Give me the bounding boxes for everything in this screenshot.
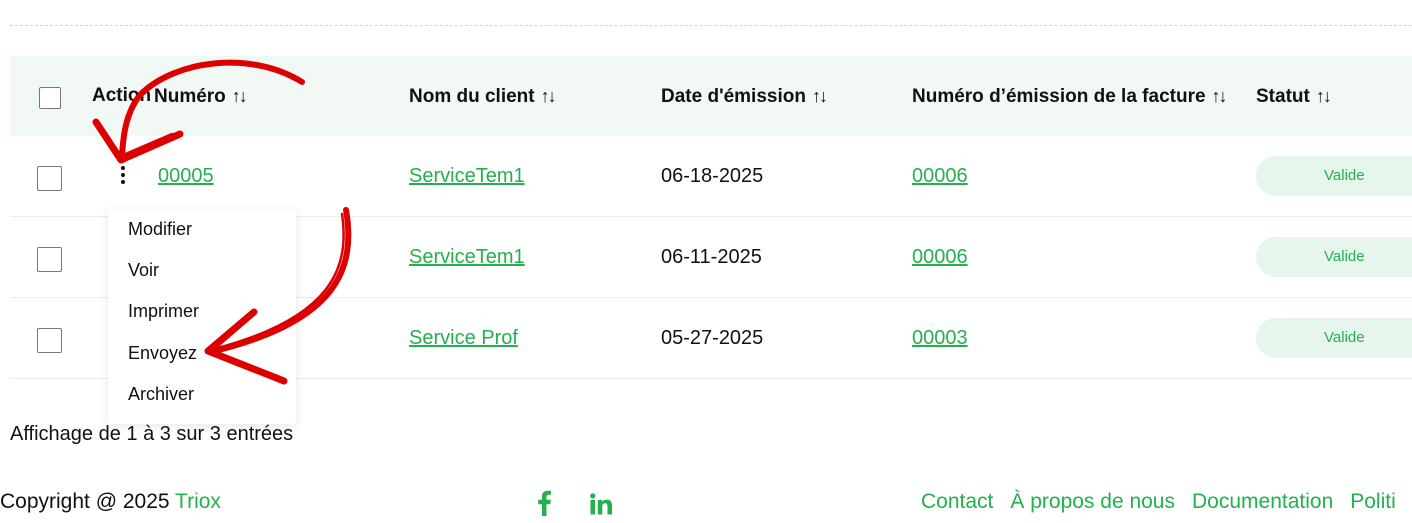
issue-number-link[interactable]: 00006	[912, 217, 968, 297]
status-badge: Valide	[1256, 318, 1412, 358]
header-client[interactable]: Nom du client ↑↓	[409, 56, 557, 136]
header-invoice-number[interactable]: Numéro d’émission de la facture ↑↓	[912, 56, 1228, 136]
issue-date: 06-11-2025	[661, 246, 762, 268]
header-date[interactable]: Date d'émission ↑↓	[661, 56, 828, 136]
issue-date: 05-27-2025	[661, 327, 764, 349]
sort-icon: ↑↓	[1315, 86, 1332, 106]
menu-item-archiver[interactable]: Archiver	[108, 374, 296, 415]
footer: Copyright @ 2025 Triox Contact À propos d…	[0, 490, 1412, 517]
client-link[interactable]: ServiceTem1	[409, 217, 525, 297]
footer-link-documentation[interactable]: Documentation	[1192, 490, 1333, 513]
footer-link-policy[interactable]: Politi	[1350, 490, 1396, 513]
menu-item-voir[interactable]: Voir	[108, 250, 296, 291]
issue-number-link[interactable]: 00003	[912, 298, 968, 378]
pagination-summary: Affichage de 1 à 3 sur 3 entrées	[10, 423, 294, 445]
menu-item-modifier[interactable]: Modifier	[108, 209, 296, 250]
footer-link-contact[interactable]: Contact	[921, 490, 993, 513]
table-header: Action Numéro ↑↓ Nom du client ↑↓ Date d'é…	[10, 56, 1412, 136]
footer-links: Contact À propos de nous Documentation Poli…	[921, 490, 1412, 514]
client-link[interactable]: ServiceTem1	[409, 136, 525, 216]
header-status[interactable]: Statut ↑↓	[1256, 56, 1332, 136]
row-checkbox[interactable]	[37, 247, 62, 272]
select-all-checkbox[interactable]	[39, 87, 61, 109]
sort-icon: ↑↓	[231, 86, 248, 106]
sort-icon: ↑↓	[540, 86, 557, 106]
linkedin-icon[interactable]	[590, 493, 612, 522]
header-action[interactable]: Action	[92, 56, 151, 136]
status-badge: Valide	[1256, 156, 1412, 196]
menu-item-envoyez[interactable]: Envoyez	[108, 333, 296, 374]
brand-link[interactable]: Triox	[175, 490, 221, 513]
top-divider	[10, 25, 1412, 26]
menu-item-imprimer[interactable]: Imprimer	[108, 291, 296, 332]
row-checkbox[interactable]	[37, 328, 62, 353]
row-checkbox[interactable]	[37, 166, 62, 191]
issue-date: 06-18-2025	[661, 165, 764, 187]
sort-icon: ↑↓	[1211, 86, 1228, 106]
copyright: Copyright @ 2025 Triox	[0, 490, 221, 513]
status-badge: Valide	[1256, 237, 1412, 277]
facebook-icon[interactable]	[536, 490, 552, 523]
client-link[interactable]: Service Prof	[409, 298, 518, 378]
table-row: 00005 ServiceTem1 06-18-2025 00006 Valid…	[10, 136, 1412, 217]
header-numero[interactable]: Numéro ↑↓	[154, 56, 248, 136]
invoice-number-link[interactable]: 00005	[158, 136, 214, 216]
sort-icon: ↑↓	[811, 86, 828, 106]
more-actions-icon[interactable]	[120, 166, 126, 188]
issue-number-link[interactable]: 00006	[912, 136, 968, 216]
footer-link-about[interactable]: À propos de nous	[1010, 490, 1175, 513]
action-dropdown-menu: Modifier Voir Imprimer Envoyez Archiver	[108, 209, 296, 424]
